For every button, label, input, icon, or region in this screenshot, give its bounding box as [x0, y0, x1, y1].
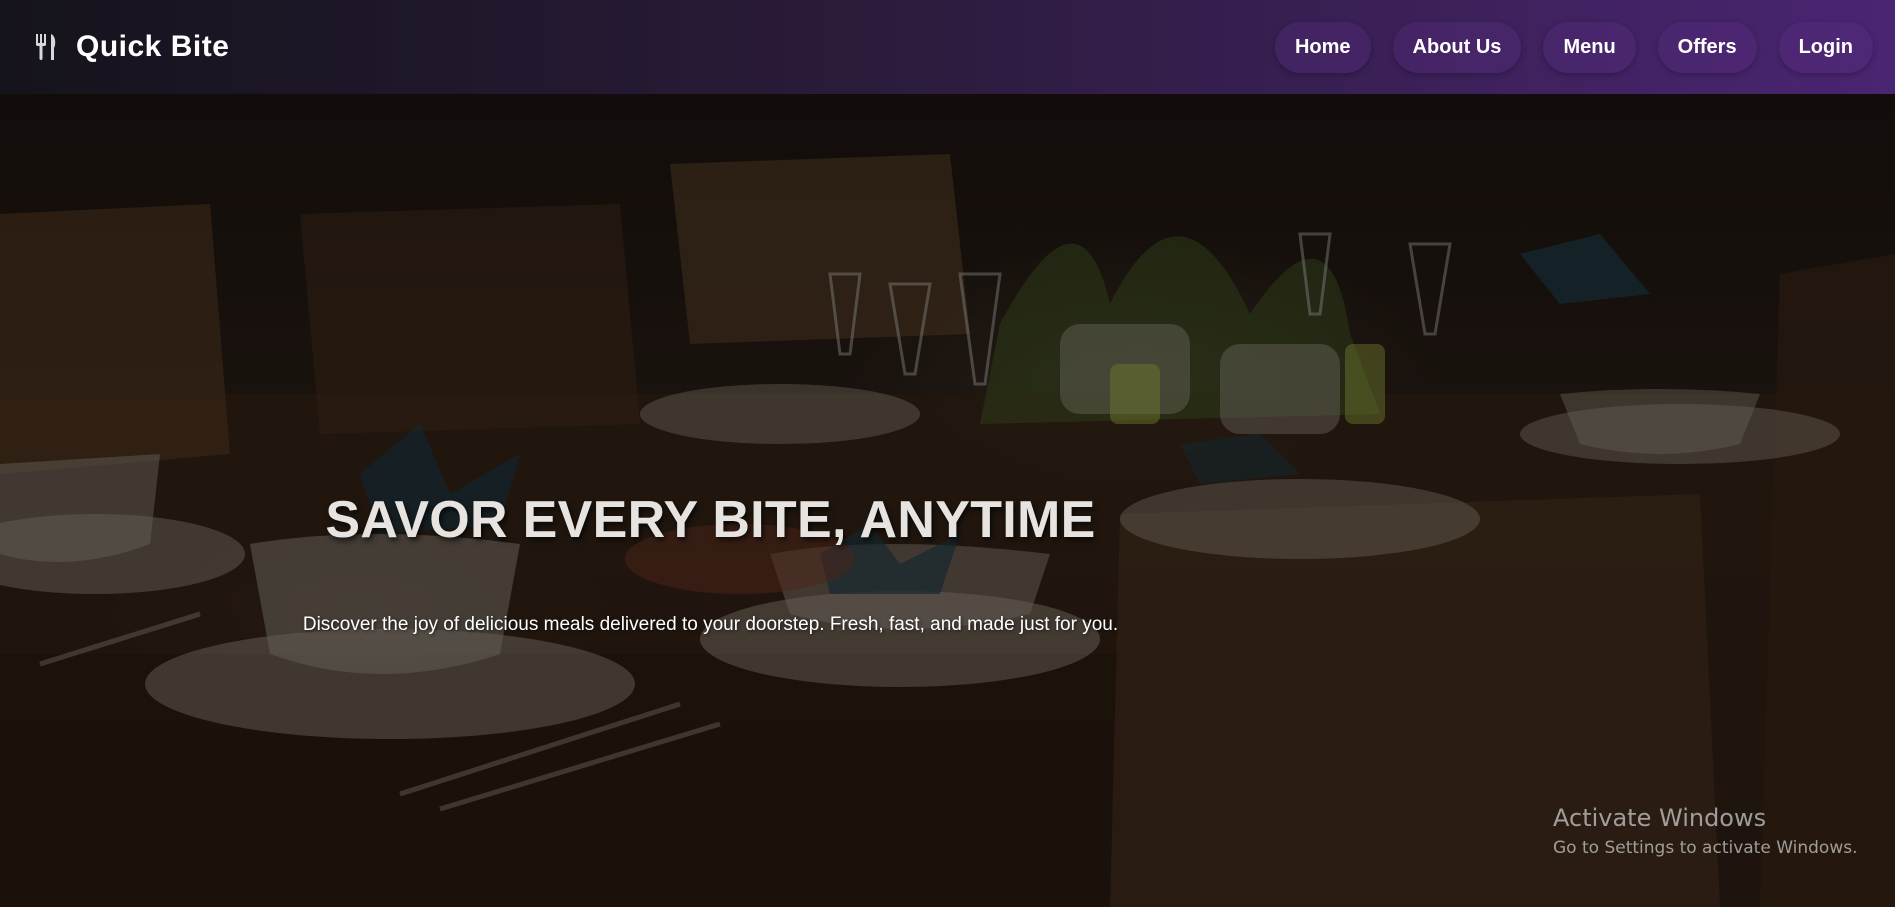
watermark-title: Activate Windows	[1553, 804, 1767, 832]
nav-login[interactable]: Login	[1778, 21, 1873, 73]
windows-activation-watermark: Activate Windows Go to Settings to activ…	[1553, 804, 1858, 858]
hero-section: SAVOR EVERY BITE, ANYTIME Discover the j…	[0, 94, 1895, 907]
nav-menu[interactable]: Menu	[1543, 21, 1636, 73]
main-nav: Home About Us Menu Offers Login	[1274, 21, 1873, 73]
utensils-icon	[36, 34, 56, 60]
watermark-subtitle: Go to Settings to activate Windows.	[1553, 838, 1858, 858]
brand-name: Quick Bite	[76, 30, 230, 63]
hero-title: SAVOR EVERY BITE, ANYTIME	[325, 491, 1096, 549]
nav-about-us[interactable]: About Us	[1392, 21, 1522, 73]
hero-subtitle: Discover the joy of delicious meals deli…	[302, 614, 1119, 635]
brand-logo[interactable]: Quick Bite	[30, 30, 229, 64]
nav-offers[interactable]: Offers	[1657, 21, 1757, 73]
nav-home[interactable]: Home	[1274, 21, 1371, 73]
top-navbar: Quick Bite Home About Us Menu Offers Log…	[0, 0, 1895, 94]
